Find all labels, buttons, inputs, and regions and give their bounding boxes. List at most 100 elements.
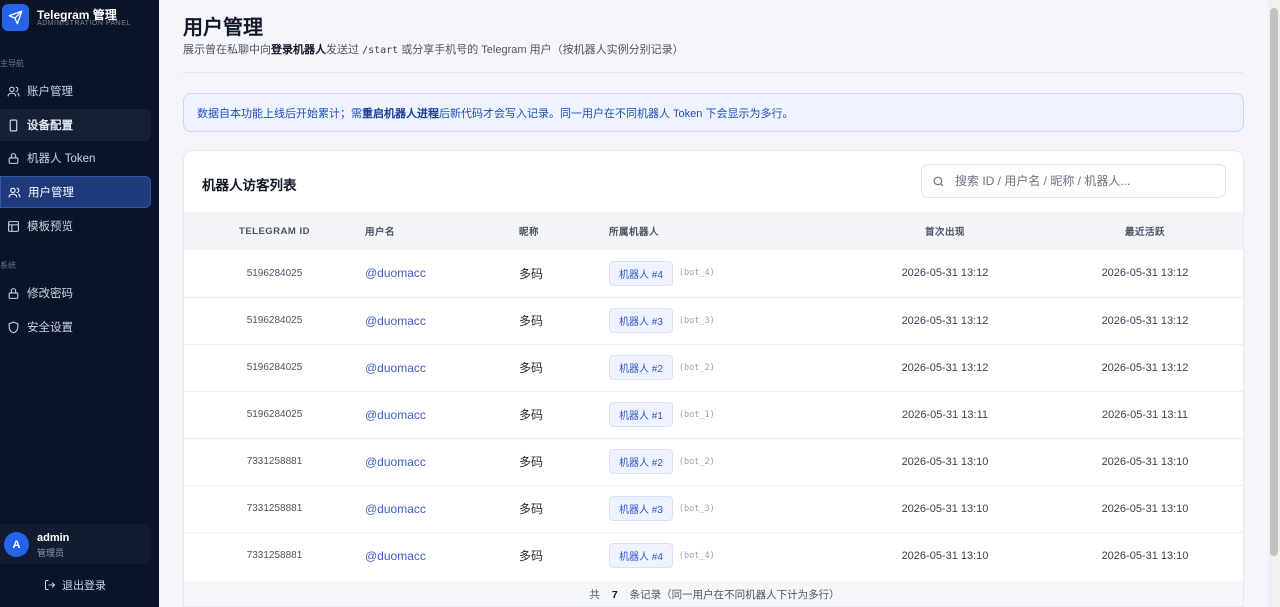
sidebar-item-change-password[interactable]: 修改密码: [0, 277, 151, 309]
cell-username[interactable]: @duomacc: [365, 485, 519, 532]
scrollbar-thumb[interactable]: [1270, 8, 1278, 556]
table-row[interactable]: 5196284025 @duomacc 多码 机器人 #4 (bot_4) 202…: [184, 250, 1243, 297]
cell-last-active: 2026-05-31 13:12: [1101, 361, 1189, 374]
search-input[interactable]: [955, 174, 1205, 188]
cell-username[interactable]: @duomacc: [365, 438, 519, 485]
cell-bot: 机器人 #2 (bot_2): [609, 344, 845, 391]
lock-icon: [6, 151, 20, 165]
bot-badge: 机器人 #2: [609, 449, 673, 474]
bot-key: (bot_3): [678, 503, 715, 514]
cell-last-active: 2026-05-31 13:12: [1101, 314, 1189, 327]
cell-last-active: 2026-05-31 13:10: [1101, 455, 1189, 468]
bot-key: (bot_1): [678, 409, 715, 420]
bot-badge: 机器人 #2: [609, 355, 673, 380]
bot-badge: 机器人 #1: [609, 402, 673, 427]
table-row[interactable]: 7331258881 @duomacc 多码 机器人 #3 (bot_3) 202…: [184, 485, 1243, 532]
cell-telegram-id: 5196284025: [246, 315, 303, 326]
table-row[interactable]: 7331258881 @duomacc 多码 机器人 #4 (bot_4) 202…: [184, 532, 1243, 579]
table-row[interactable]: 5196284025 @duomacc 多码 机器人 #3 (bot_3) 202…: [184, 297, 1243, 344]
cell-bot: 机器人 #4 (bot_4): [609, 250, 845, 297]
cell-first-seen: 2026-05-31 13:10: [901, 502, 989, 515]
info-notice: 数据自本功能上线后开始累计；需 重启机器人进程 后新代码才会写入记录。同一用户在不同…: [183, 93, 1244, 132]
col-nickname[interactable]: 昵称: [519, 212, 609, 250]
sidebar-item-users[interactable]: 用户管理: [0, 176, 151, 208]
divider: [183, 72, 1243, 73]
cell-bot: 机器人 #4 (bot_4): [609, 532, 845, 579]
search-box[interactable]: [921, 164, 1226, 198]
shield-icon: [6, 320, 20, 334]
brand: Telegram 管理 ADMINISTRATION PANEL: [0, 0, 159, 44]
cell-nickname: 多码: [519, 549, 544, 564]
cell-username[interactable]: @duomacc: [365, 297, 519, 344]
avatar: A: [4, 532, 29, 557]
sidebar-item-templates[interactable]: 模板预览: [0, 210, 151, 242]
logout-button[interactable]: 退出登录: [44, 577, 106, 593]
bot-badge: 机器人 #4: [609, 260, 673, 286]
sidebar-item-bot-token[interactable]: 机器人 Token: [0, 142, 151, 174]
users-icon: [7, 185, 21, 199]
cell-username[interactable]: @duomacc: [365, 532, 519, 579]
sidebar-item-security[interactable]: 安全设置: [0, 311, 151, 343]
cell-username[interactable]: @duomacc: [365, 344, 519, 391]
sidebar-item-label: 机器人 Token: [27, 153, 96, 165]
sidebar-item-label: 修改密码: [27, 288, 73, 300]
cell-username[interactable]: @duomacc: [365, 250, 519, 297]
cell-bot: 机器人 #3 (bot_3): [609, 485, 845, 532]
bot-badge: 机器人 #3: [609, 496, 673, 521]
cell-first-seen: 2026-05-31 13:12: [901, 361, 989, 374]
col-telegram-id[interactable]: TELEGRAM ID: [184, 212, 365, 250]
page-subtitle: 展示曾在私聊中向登录机器人发送过 /start 或分享手机号的 Telegram…: [183, 44, 684, 56]
visitor-table: TELEGRAM ID 用户名 昵称 所属机器人 首次出现 最近活跃 51962…: [184, 212, 1243, 579]
cell-telegram-id: 7331258881: [246, 456, 303, 467]
sidebar-item-label: 安全设置: [27, 322, 73, 334]
cell-nickname: 多码: [519, 266, 544, 281]
cell-last-active: 2026-05-31 13:10: [1101, 502, 1189, 515]
cell-nickname: 多码: [519, 361, 544, 375]
user-card[interactable]: A admin 管理员: [0, 524, 151, 564]
cell-telegram-id: 5196284025: [246, 362, 303, 373]
record-count: 7: [611, 588, 618, 601]
page-scrollbar[interactable]: [1268, 0, 1280, 607]
user-role: 管理员: [37, 548, 65, 558]
nav-section-main: 主导航: [0, 59, 24, 68]
bot-badge: 机器人 #3: [609, 308, 673, 333]
cell-bot: 机器人 #3 (bot_3): [609, 297, 845, 344]
table-row[interactable]: 5196284025 @duomacc 多码 机器人 #1 (bot_1) 202…: [184, 391, 1243, 438]
cell-nickname: 多码: [519, 408, 544, 422]
cell-telegram-id: 7331258881: [246, 503, 303, 514]
cell-first-seen: 2026-05-31 13:11: [901, 408, 989, 421]
cell-last-active: 2026-05-31 13:10: [1101, 549, 1189, 562]
cell-username[interactable]: @duomacc: [365, 391, 519, 438]
cell-first-seen: 2026-05-31 13:12: [901, 267, 989, 280]
sidebar-item-label: 模板预览: [27, 221, 73, 233]
table-row[interactable]: 7331258881 @duomacc 多码 机器人 #2 (bot_2) 202…: [184, 438, 1243, 485]
col-first-seen[interactable]: 首次出现: [845, 212, 1045, 250]
footer-suffix: 条记录（同一用户在不同机器人下计为多行）: [629, 589, 840, 601]
card-title: 机器人访客列表: [202, 178, 297, 193]
device-icon: [6, 118, 20, 132]
cell-last-active: 2026-05-31 13:11: [1101, 408, 1189, 421]
bot-key: (bot_2): [678, 362, 715, 373]
main-content: 用户管理 展示曾在私聊中向登录机器人发送过 /start 或分享手机号的 Tel…: [159, 0, 1268, 607]
cell-telegram-id: 5196284025: [246, 267, 303, 279]
table-row[interactable]: 5196284025 @duomacc 多码 机器人 #2 (bot_2) 202…: [184, 344, 1243, 391]
cell-nickname: 多码: [519, 455, 544, 469]
sidebar: Telegram 管理 ADMINISTRATION PANEL 主导航 账户管…: [0, 0, 159, 607]
cell-telegram-id: 7331258881: [246, 550, 303, 562]
col-bot[interactable]: 所属机器人: [609, 212, 845, 250]
table-header-row: TELEGRAM ID 用户名 昵称 所属机器人 首次出现 最近活跃: [184, 212, 1243, 250]
cell-telegram-id: 5196284025: [246, 409, 303, 420]
col-last-active[interactable]: 最近活跃: [1045, 212, 1243, 250]
sidebar-item-accounts[interactable]: 账户管理: [0, 75, 151, 107]
search-icon: [932, 175, 945, 188]
user-name: admin: [37, 532, 70, 544]
paper-plane-icon: [2, 4, 29, 31]
table-footer: 共 7 条记录（同一用户在不同机器人下计为多行）: [184, 581, 1243, 606]
footer-prefix: 共: [589, 589, 600, 601]
col-username[interactable]: 用户名: [365, 212, 519, 250]
cell-nickname: 多码: [519, 314, 544, 328]
brand-subtitle: ADMINISTRATION PANEL: [37, 20, 131, 27]
sidebar-item-label: 用户管理: [28, 187, 74, 199]
logout-icon: [44, 579, 56, 591]
sidebar-item-devices[interactable]: 设备配置: [0, 109, 151, 141]
